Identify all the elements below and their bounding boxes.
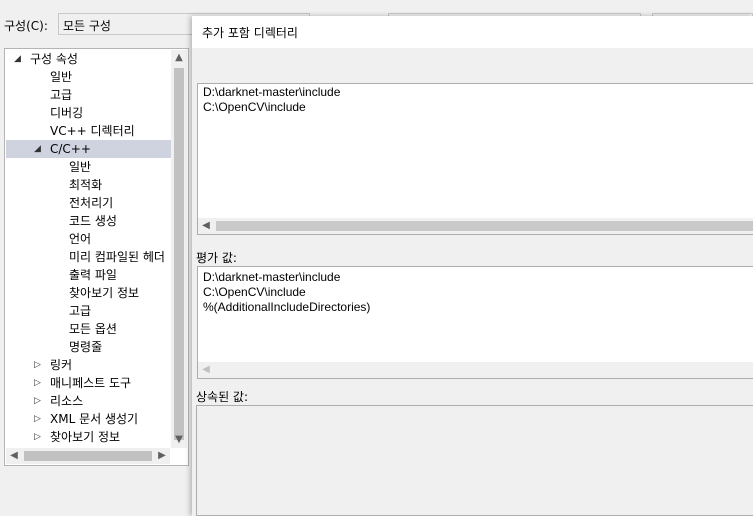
- tree-item-label: XML 문서 생성기: [50, 412, 139, 426]
- tree-item[interactable]: 전처리기: [6, 194, 171, 212]
- directories-scroll-thumb[interactable]: [216, 221, 753, 231]
- inherited-value-box: [196, 405, 753, 516]
- evaluated-line: C:\OpenCV\include: [203, 285, 306, 299]
- triangle-right-icon[interactable]: ▷: [34, 374, 41, 392]
- tree-item-label: 일반: [69, 160, 92, 174]
- triangle-right-icon[interactable]: ▷: [34, 392, 41, 410]
- tree-item[interactable]: ▷ 링커: [6, 356, 171, 374]
- triangle-right-icon[interactable]: ▷: [34, 356, 41, 374]
- directory-line[interactable]: C:\OpenCV\include: [203, 100, 306, 114]
- tree-item[interactable]: 최적화: [6, 176, 171, 194]
- tree-item-label: 코드 생성: [69, 214, 117, 228]
- directories-edit-box[interactable]: D:\darknet-master\include C:\OpenCV\incl…: [197, 83, 753, 235]
- include-directories-dialog: 추가 포함 디렉터리 D:\darknet-master\include C:\…: [192, 16, 753, 516]
- tree-item[interactable]: 코드 생성: [6, 212, 171, 230]
- tree-item-label: C/C++: [50, 142, 91, 156]
- evaluated-line: D:\darknet-master\include: [203, 270, 341, 284]
- tree-item[interactable]: ▷ XML 문서 생성기: [6, 410, 171, 428]
- tree-item[interactable]: ▷ 리소스: [6, 392, 171, 410]
- tree-item-label: 구성 속성: [30, 52, 78, 66]
- tree-item[interactable]: 일반: [6, 68, 171, 86]
- tree-item[interactable]: 모든 옵션: [6, 320, 171, 338]
- tree-item-label: 디버깅: [50, 106, 84, 120]
- tree-horizontal-scroll-thumb[interactable]: [24, 451, 152, 461]
- tree-item[interactable]: ◢ C/C++: [6, 140, 171, 158]
- tree-vertical-scrollbar[interactable]: ▲ ▼: [171, 50, 187, 448]
- directories-horizontal-scrollbar[interactable]: ◀: [198, 218, 753, 234]
- property-tree[interactable]: ◢ 구성 속성 일반 고급 디버깅 VC++ 디렉터리 ◢ C/C++ 일반 최적화 전처리기 코드 …: [4, 48, 189, 466]
- tree-item-label: 찾아보기 정보: [69, 286, 140, 300]
- chevron-down-icon[interactable]: ▼: [171, 432, 187, 448]
- tree-item[interactable]: VC++ 디렉터리: [6, 122, 171, 140]
- tree-item-label: 리소스: [50, 394, 84, 408]
- tree-item-label: 전처리기: [69, 196, 114, 210]
- tree-item-label: 매니페스트 도구: [50, 376, 132, 390]
- tree-item-label: 언어: [69, 232, 92, 246]
- tree-horizontal-scrollbar[interactable]: ◀ ▶: [6, 448, 170, 464]
- chevron-right-icon[interactable]: ▶: [154, 448, 170, 464]
- tree-item-label: 링커: [50, 358, 73, 372]
- chevron-left-icon[interactable]: ◀: [198, 362, 214, 378]
- chevron-left-icon[interactable]: ◀: [198, 218, 214, 234]
- inherited-value-label: 상속된 값:: [196, 390, 249, 404]
- tree-item-label: 출력 파일: [69, 268, 117, 282]
- tree-item[interactable]: 일반: [6, 158, 171, 176]
- dialog-title: 추가 포함 디렉터리: [192, 16, 753, 48]
- tree-item[interactable]: 찾아보기 정보: [6, 284, 171, 302]
- triangle-right-icon[interactable]: ▷: [34, 410, 41, 428]
- tree-item[interactable]: 미리 컴파일된 헤더: [6, 248, 171, 266]
- tree-item[interactable]: 언어: [6, 230, 171, 248]
- triangle-down-right-icon[interactable]: ◢: [14, 50, 21, 68]
- tree-item-label: 고급: [69, 304, 92, 318]
- triangle-down-right-icon[interactable]: ◢: [34, 140, 41, 158]
- tree-item[interactable]: 디버깅: [6, 104, 171, 122]
- configuration-label: 구성(C):: [4, 19, 48, 33]
- tree-item[interactable]: ▷ 찾아보기 정보: [6, 428, 171, 446]
- evaluated-line: %(AdditionalIncludeDirectories): [203, 300, 371, 314]
- chevron-up-icon[interactable]: ▲: [171, 50, 187, 66]
- tree-item[interactable]: 출력 파일: [6, 266, 171, 284]
- tree-item-label: 찾아보기 정보: [50, 430, 121, 444]
- tree-item-label: VC++ 디렉터리: [50, 124, 135, 138]
- tree-item-label: 미리 컴파일된 헤더: [69, 250, 165, 264]
- triangle-right-icon[interactable]: ▷: [34, 428, 41, 446]
- tree-item[interactable]: 고급: [6, 86, 171, 104]
- chevron-left-icon[interactable]: ◀: [6, 448, 22, 464]
- tree-item-label: 고급: [50, 88, 73, 102]
- evaluated-horizontal-scrollbar[interactable]: ◀: [198, 362, 753, 378]
- tree-item[interactable]: ▷ 매니페스트 도구: [6, 374, 171, 392]
- tree-item-label: 명령줄: [69, 340, 103, 354]
- directory-line[interactable]: D:\darknet-master\include: [203, 85, 340, 99]
- tree-vertical-scroll-thumb[interactable]: [174, 68, 184, 440]
- tree-item[interactable]: 명령줄: [6, 338, 171, 356]
- configuration-value: 모든 구성: [63, 19, 111, 33]
- tree-item[interactable]: ◢ 구성 속성: [6, 50, 171, 68]
- tree-item-label: 최적화: [69, 178, 103, 192]
- evaluated-value-box: D:\darknet-master\include C:\OpenCV\incl…: [197, 266, 753, 379]
- tree-item[interactable]: 고급: [6, 302, 171, 320]
- tree-item-label: 모든 옵션: [69, 322, 117, 336]
- evaluated-value-label: 평가 값:: [196, 251, 237, 265]
- tree-item-label: 일반: [50, 70, 73, 84]
